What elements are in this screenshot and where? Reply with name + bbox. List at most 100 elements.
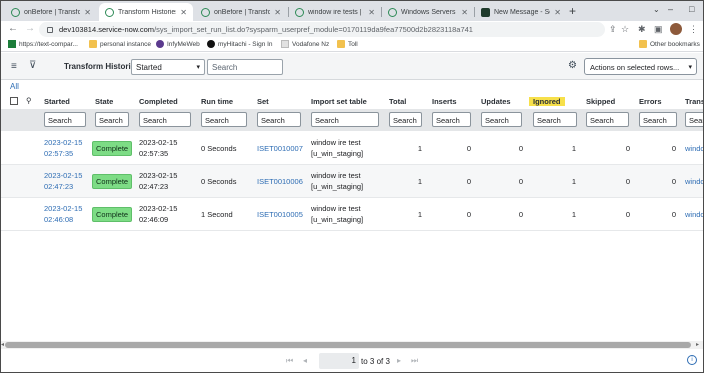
sidepanel-icon[interactable]: ▣ <box>654 24 663 35</box>
browser-tab-3[interactable]: onBefore | Transform ✕ <box>195 3 287 21</box>
started-link[interactable]: 2023-02-15 02:47:23 <box>44 170 82 192</box>
search-run-time[interactable]: Search <box>201 112 247 127</box>
col-transform[interactable]: Transf <box>685 97 703 106</box>
folder-icon <box>337 40 345 48</box>
star-icon[interactable]: ☆ <box>621 24 629 35</box>
back-icon[interactable]: ← <box>8 23 18 34</box>
col-errors[interactable]: Errors <box>639 97 662 106</box>
inserts-value: 0 <box>466 144 471 153</box>
select-all-checkbox[interactable] <box>10 97 18 105</box>
column-search-row: Search Search Search Search Search Searc… <box>1 109 703 131</box>
scroll-left-icon[interactable]: ◂ <box>1 341 4 348</box>
col-skipped[interactable]: Skipped <box>586 97 615 106</box>
maximize-icon[interactable]: □ <box>689 4 694 14</box>
col-started[interactable]: Started <box>44 97 70 106</box>
search-icon[interactable]: ⚲ <box>26 96 32 105</box>
set-link[interactable]: ISET0010007 <box>257 143 303 154</box>
search-completed[interactable]: Search <box>139 112 191 127</box>
scroll-right-icon[interactable]: ▸ <box>696 341 699 348</box>
transform-link[interactable]: windo <box>685 143 703 154</box>
servicenow-icon <box>105 7 114 17</box>
horizontal-scrollbar[interactable]: ◂ ▸ <box>1 341 703 349</box>
profile-avatar[interactable] <box>670 23 682 35</box>
close-icon[interactable]: ✕ <box>368 8 375 17</box>
col-total[interactable]: Total <box>389 97 406 106</box>
help-icon[interactable]: i <box>687 355 697 365</box>
browser-tab-5[interactable]: Windows Servers | Ser ✕ <box>382 3 474 21</box>
completed-value: 2023-02-15 02:47:23 <box>139 171 178 191</box>
transform-link[interactable]: windo <box>685 209 703 220</box>
other-bookmarks[interactable]: Other bookmarks <box>639 40 700 48</box>
close-icon[interactable]: ✕ <box>461 8 468 17</box>
set-link[interactable]: ISET0010006 <box>257 176 303 187</box>
col-import-set-table[interactable]: Import set table <box>311 97 367 106</box>
started-link[interactable]: 2023-02-15 02:46:08 <box>44 203 82 225</box>
search-state[interactable]: Search <box>95 112 129 127</box>
forward-icon[interactable]: → <box>25 23 35 34</box>
search-ignored[interactable]: Search <box>533 112 577 127</box>
table-row[interactable]: 2023-02-15 02:46:08 Complete 2023-02-15 02… <box>1 198 703 231</box>
search-errors[interactable]: Search <box>639 112 677 127</box>
close-icon[interactable]: ✕ <box>84 8 91 17</box>
close-icon[interactable]: ✕ <box>180 8 187 17</box>
list-search-input[interactable]: Search <box>207 59 283 75</box>
skipped-value: 0 <box>625 177 630 186</box>
col-run-time[interactable]: Run time <box>201 97 233 106</box>
share-icon[interactable]: ⇪ <box>609 24 617 35</box>
col-inserts[interactable]: Inserts <box>432 97 457 106</box>
address-bar[interactable]: dev103814.service-now.com/sys_import_set… <box>39 22 605 37</box>
bookmark-infymeweb[interactable]: InfyMeWeb <box>156 40 200 48</box>
search-updates[interactable]: Search <box>481 112 522 127</box>
first-page-icon[interactable]: ⏮ <box>286 356 293 366</box>
gear-icon[interactable]: ⚙ <box>568 60 577 71</box>
col-set[interactable]: Set <box>257 97 269 106</box>
search-import-set-table[interactable]: Search <box>311 112 379 127</box>
actions-select[interactable]: Actions on selected rows... ▾ <box>584 58 697 75</box>
table-row[interactable]: 2023-02-15 02:47:23 Complete 2023-02-15 02… <box>1 165 703 198</box>
table-row[interactable]: 2023-02-15 02:57:35 Complete 2023-02-15 02… <box>1 132 703 165</box>
transform-link[interactable]: windo <box>685 176 703 187</box>
col-completed[interactable]: Completed <box>139 97 178 106</box>
new-tab-icon[interactable]: + <box>569 4 576 18</box>
search-inserts[interactable]: Search <box>432 112 471 127</box>
page-summary: to 3 of 3 <box>361 357 390 366</box>
browser-tab-6[interactable]: New Message - Servi ✕ <box>475 3 567 21</box>
search-transform[interactable]: Search <box>685 112 703 127</box>
col-state[interactable]: State <box>95 97 113 106</box>
page-number-input[interactable]: 1 <box>319 353 359 369</box>
next-page-icon[interactable]: ▸ <box>397 356 401 365</box>
extensions-icon[interactable]: ✱ <box>638 24 646 35</box>
chevron-down-icon[interactable]: ⌄ <box>653 5 660 14</box>
search-field-select[interactable]: Started ▾ <box>131 59 205 75</box>
address-toolbar: ← → dev103814.service-now.com/sys_import… <box>1 21 703 39</box>
last-page-icon[interactable]: ⏭ <box>411 356 418 366</box>
bookmark-personal-instance[interactable]: personal instance <box>89 40 151 48</box>
scrollbar-thumb[interactable] <box>5 342 691 348</box>
updates-value: 0 <box>518 144 523 153</box>
browser-tab-2[interactable]: Transform Histories | S ✕ <box>99 3 193 21</box>
minimize-icon[interactable]: – <box>668 4 673 14</box>
search-started[interactable]: Search <box>44 112 86 127</box>
bookmark-vodafone[interactable]: Vodafone Nz <box>281 40 329 48</box>
hamburger-menu-icon[interactable]: ≡ <box>11 61 17 72</box>
started-link[interactable]: 2023-02-15 02:57:35 <box>44 137 82 159</box>
search-set[interactable]: Search <box>257 112 301 127</box>
menu-icon[interactable]: ⋮ <box>689 24 698 35</box>
bookmark-text-compare[interactable]: https://text-compar... <box>8 40 78 48</box>
breadcrumb[interactable]: All <box>10 82 19 91</box>
browser-tab-1[interactable]: onBefore | Transform ✕ <box>5 3 97 21</box>
filter-icon[interactable]: ⊽ <box>29 60 36 71</box>
col-updates[interactable]: Updates <box>481 97 511 106</box>
bookmark-toll[interactable]: Toll <box>337 40 358 48</box>
search-skipped[interactable]: Search <box>586 112 629 127</box>
set-link[interactable]: ISET0010005 <box>257 209 303 220</box>
close-icon[interactable]: ✕ <box>274 8 281 17</box>
close-icon[interactable]: ✕ <box>554 8 561 17</box>
run-time-value: 1 Second <box>201 210 233 219</box>
bookmark-myhitachi[interactable]: myHitachi - Sign In <box>207 40 273 48</box>
col-ignored[interactable]: Ignored <box>529 97 565 106</box>
prev-page-icon[interactable]: ◂ <box>303 356 307 365</box>
browser-tab-4[interactable]: window ire tests | Ser ✕ <box>289 3 381 21</box>
total-value: 1 <box>417 177 422 186</box>
search-total[interactable]: Search <box>389 112 422 127</box>
